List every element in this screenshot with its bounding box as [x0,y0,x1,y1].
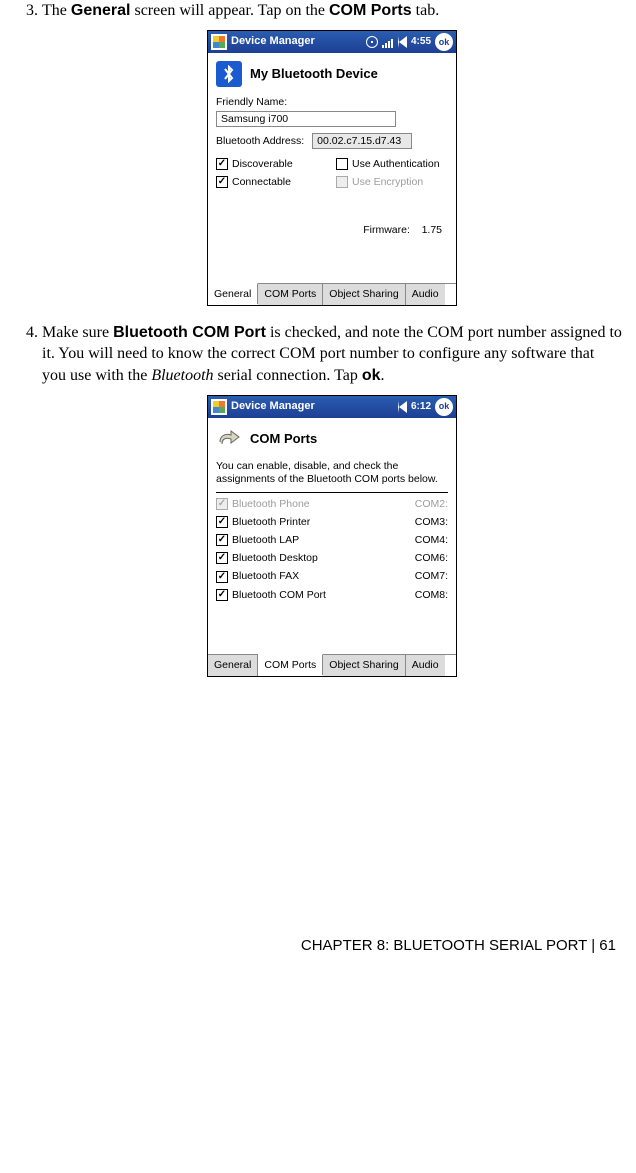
port-row: Bluetooth COM Port COM8: [216,588,448,602]
tab-bar: General COM Ports Object Sharing Audio [208,283,456,305]
checkbox-icon [336,176,348,188]
step3-pre: The [42,2,71,19]
start-icon[interactable] [211,34,227,50]
panel-title: My Bluetooth Device [250,65,378,83]
port-name: Bluetooth Desktop [232,551,318,565]
port-row: Bluetooth LAP COM4: [216,533,448,547]
step4-bold1: Bluetooth COM Port [113,324,266,341]
window-title: Device Manager [231,34,315,49]
port-checkbox[interactable] [216,516,228,528]
port-name: Bluetooth COM Port [232,588,326,602]
firmware-value: 1.75 [422,224,442,236]
tab-com-ports[interactable]: COM Ports [258,284,323,305]
divider [216,492,448,493]
step3-post: tab. [412,2,440,19]
tab-general[interactable]: General [208,283,258,304]
port-value: COM4: [415,533,448,547]
tab-general[interactable]: General [208,655,258,676]
step4-post: . [381,367,385,384]
page-footer: CHAPTER 8: BLUETOOTH SERIAL PORT | 61 [14,937,622,954]
port-value: COM8: [415,588,448,602]
port-row: Bluetooth Printer COM3: [216,515,448,529]
signal-icon[interactable] [382,36,394,48]
step4-ital: Bluetooth [151,367,213,384]
step3-mid: screen will appear. Tap on the [130,2,329,19]
connectable-label: Connectable [232,175,291,189]
tab-com-ports[interactable]: COM Ports [258,654,323,675]
use-auth-checkbox[interactable]: Use Authentication [336,157,448,171]
use-encryption-label: Use Encryption [352,175,423,189]
connectable-checkbox[interactable]: Connectable [216,175,328,189]
use-auth-label: Use Authentication [352,157,440,171]
panel-description: You can enable, disable, and check the a… [216,460,448,486]
port-row: Bluetooth Desktop COM6: [216,551,448,565]
tab-bar: General COM Ports Object Sharing Audio [208,654,456,676]
clock: 6:12 [411,400,431,414]
window-title: Device Manager [231,399,315,414]
screenshot-com-ports: Device Manager 6:12 ok [207,395,457,677]
checkbox-icon [336,158,348,170]
status-icons [398,401,407,413]
port-name: Bluetooth FAX [232,569,299,583]
firmware-label: Firmware: [363,224,410,236]
status-icons [366,36,407,48]
tab-object-sharing[interactable]: Object Sharing [323,284,405,305]
clock: 4:55 [411,35,431,49]
port-name: Bluetooth Phone [232,497,310,511]
port-row: Bluetooth Phone COM2: [216,497,448,511]
volume-icon[interactable] [398,36,407,48]
port-checkbox[interactable] [216,552,228,564]
com-port-icon [216,426,242,452]
ok-button[interactable]: ok [435,33,453,51]
discoverable-label: Discoverable [232,157,293,171]
bt-address-value: 00.02.c7.15.d7.43 [312,133,412,149]
friendly-name-input[interactable]: Samsung i700 [216,111,396,127]
step4-pre: Make sure [42,324,113,341]
port-name: Bluetooth LAP [232,533,299,547]
bt-address-label: Bluetooth Address: [216,134,304,148]
port-checkbox [216,498,228,510]
connectivity-icon[interactable] [366,36,378,48]
port-name: Bluetooth Printer [232,515,310,529]
step4-bold2: ok [362,367,381,384]
friendly-name-label: Friendly Name: [216,95,448,109]
port-checkbox[interactable] [216,534,228,546]
titlebar: Device Manager 4:55 ok [208,31,456,53]
port-value: COM3: [415,515,448,529]
titlebar: Device Manager 6:12 ok [208,396,456,418]
tab-audio[interactable]: Audio [406,655,445,676]
tab-object-sharing[interactable]: Object Sharing [323,655,405,676]
panel-title: COM Ports [250,430,317,448]
volume-icon[interactable] [398,401,407,413]
bluetooth-icon [216,61,242,87]
step3-bold2: COM Ports [329,2,412,19]
start-icon[interactable] [211,399,227,415]
port-row: Bluetooth FAX COM7: [216,569,448,583]
step4-mid2: serial connection. Tap [214,367,362,384]
step3-bold1: General [71,2,131,19]
checkbox-icon [216,158,228,170]
ok-button[interactable]: ok [435,398,453,416]
discoverable-checkbox[interactable]: Discoverable [216,157,328,171]
step-3: The General screen will appear. Tap on t… [42,0,622,306]
port-value: COM7: [415,569,448,583]
port-checkbox[interactable] [216,589,228,601]
step-4: Make sure Bluetooth COM Port is checked,… [42,322,622,677]
tab-audio[interactable]: Audio [406,284,445,305]
use-encryption-checkbox: Use Encryption [336,175,448,189]
screenshot-general: Device Manager 4:55 ok [207,30,457,306]
checkbox-icon [216,176,228,188]
port-checkbox[interactable] [216,571,228,583]
port-value: COM2: [415,497,448,511]
port-value: COM6: [415,551,448,565]
ports-list: Bluetooth Phone COM2: Bluetooth Printer COM… [216,497,448,602]
